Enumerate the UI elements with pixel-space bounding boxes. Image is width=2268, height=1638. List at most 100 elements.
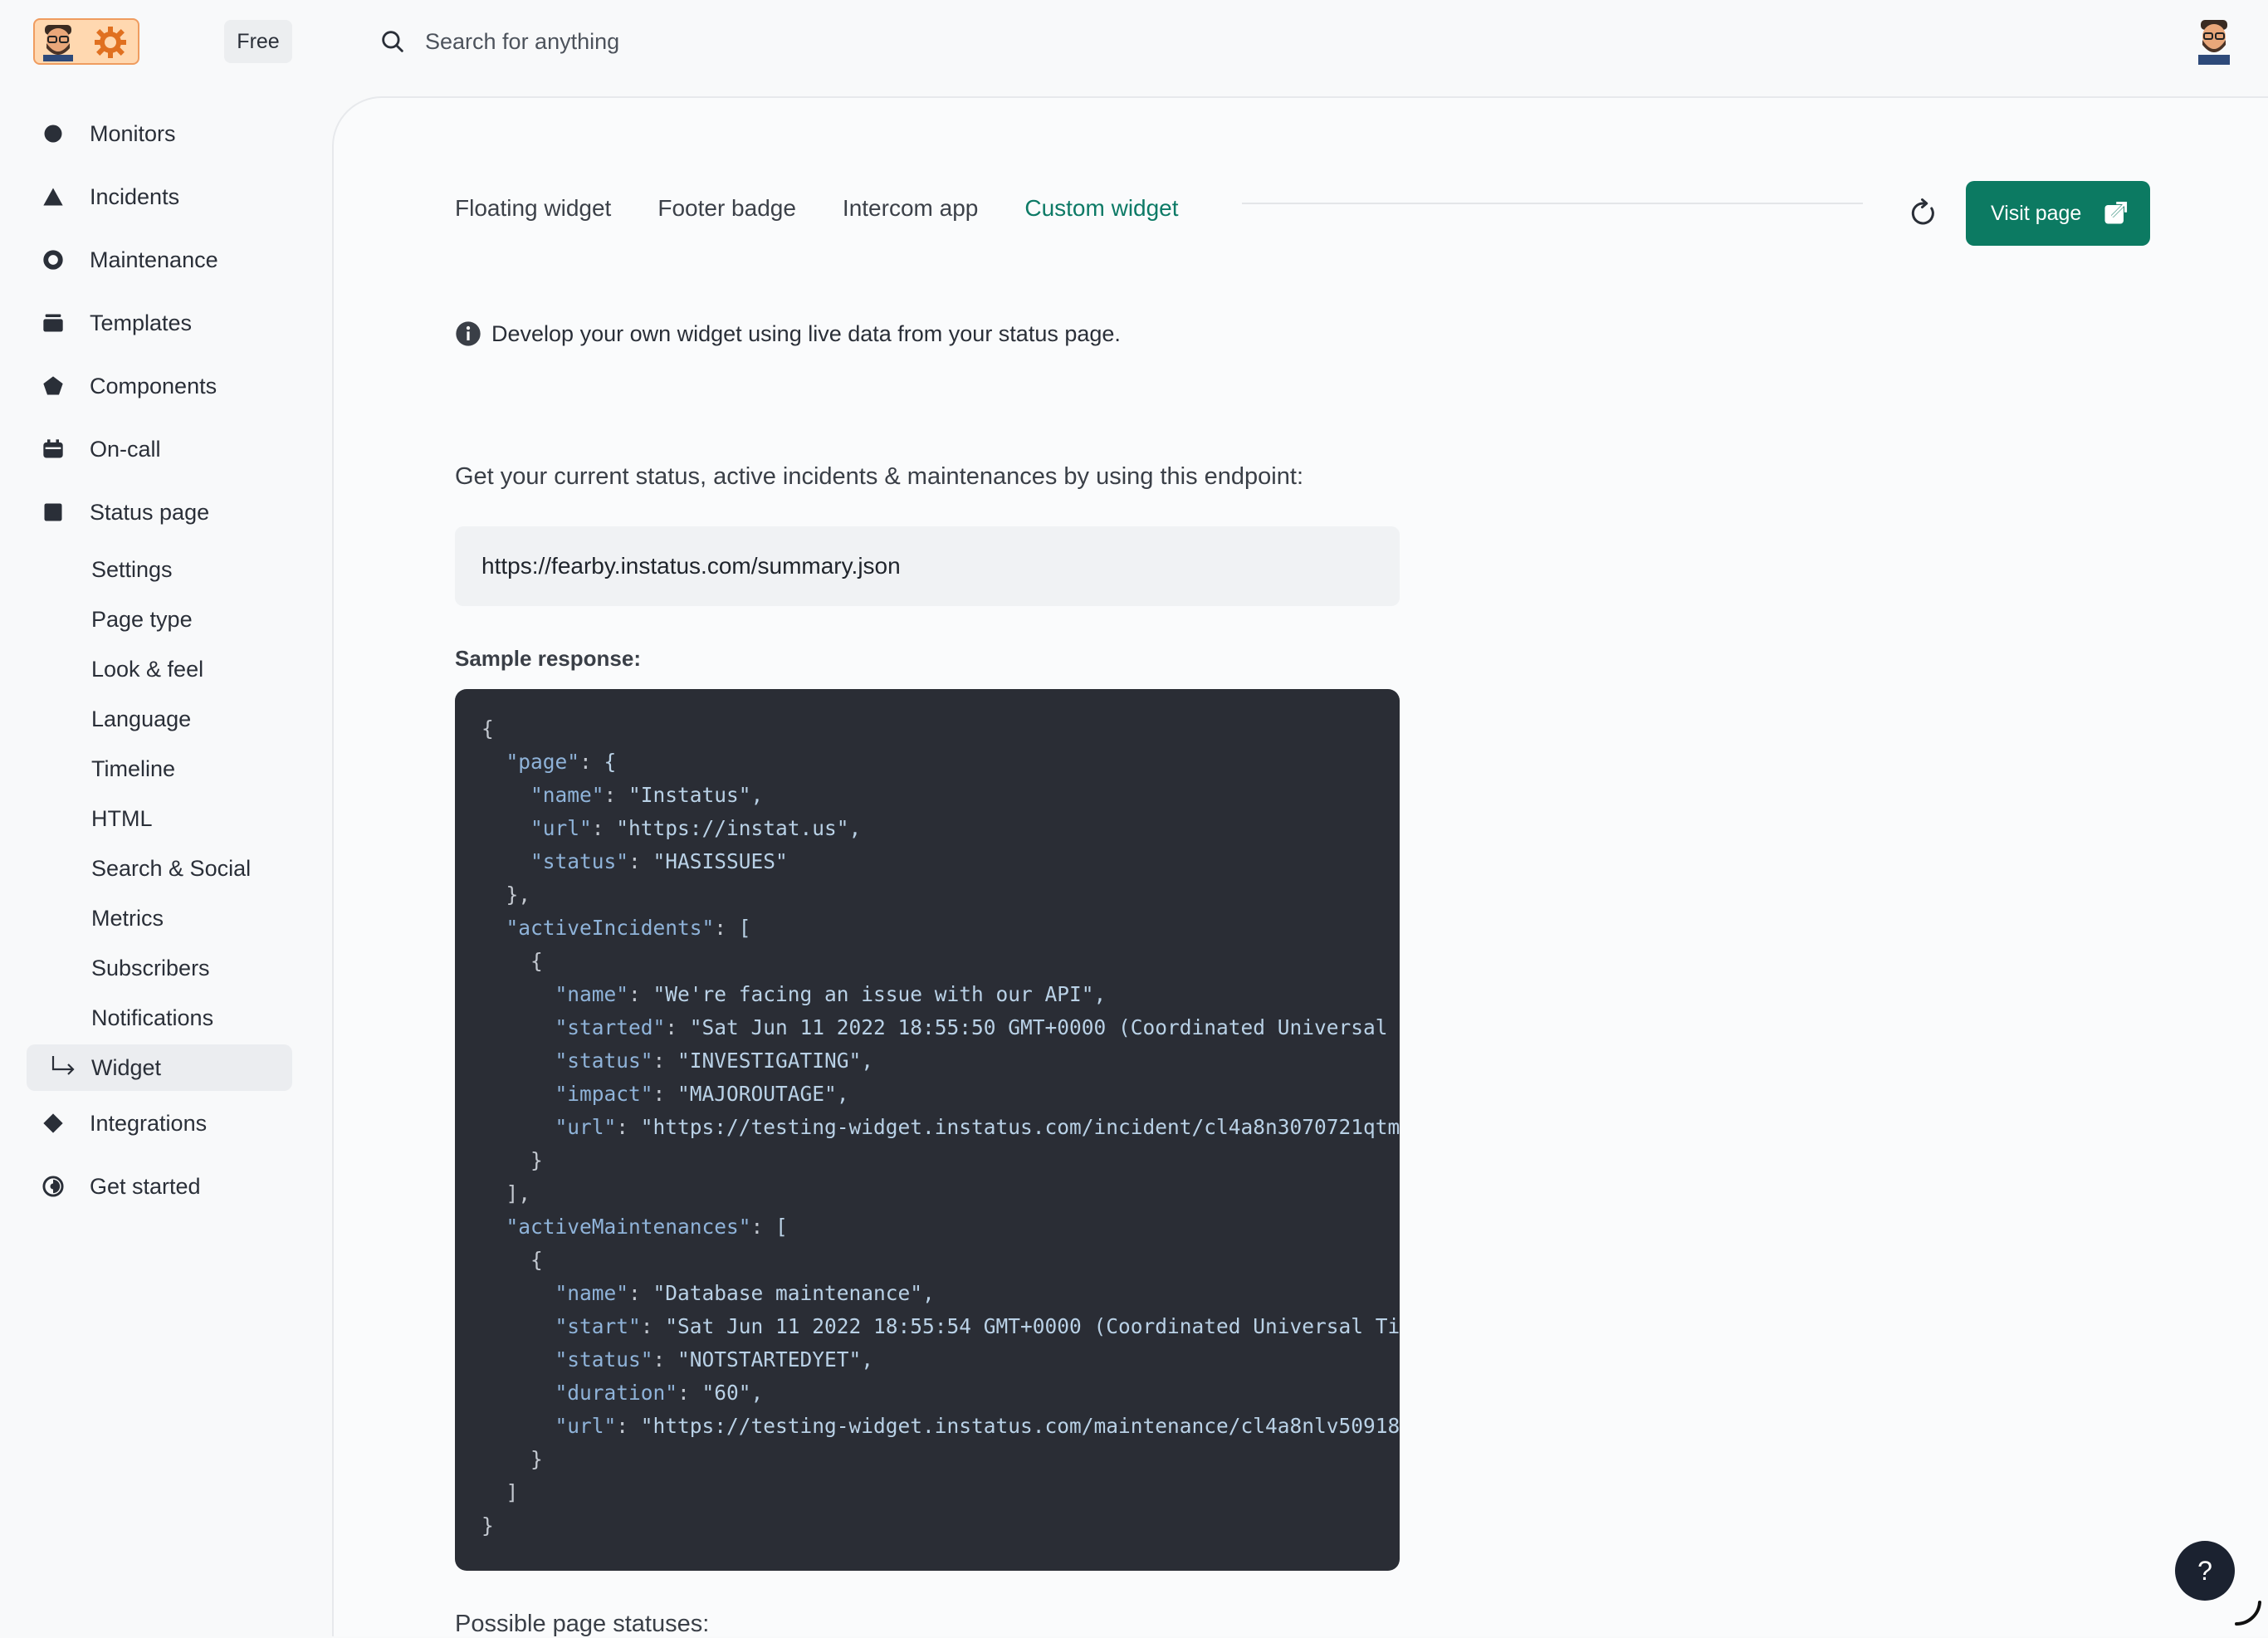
app-logo[interactable] bbox=[33, 18, 139, 65]
sidebar-subitem-label: Widget bbox=[91, 1054, 162, 1080]
code-lines: { "page": { "name": "Instatus", "url": "… bbox=[481, 712, 1400, 1543]
sidebar-item-get-started[interactable]: Get started bbox=[27, 1162, 292, 1210]
code-line: "name": "Instatus", bbox=[530, 783, 764, 807]
search-input[interactable] bbox=[423, 27, 921, 56]
help-button[interactable]: ? bbox=[2175, 1541, 2235, 1601]
info-note: Develop your own widget using live data … bbox=[455, 320, 1121, 347]
bearded-face-logo-icon bbox=[43, 25, 73, 61]
plan-badge[interactable]: Free bbox=[224, 20, 292, 63]
info-text: Develop your own widget using live data … bbox=[491, 320, 1121, 346]
sidebar-item-incidents[interactable]: Incidents bbox=[27, 173, 292, 221]
sidebar-subitem-widget[interactable]: Widget bbox=[27, 1044, 292, 1091]
code-line: { bbox=[481, 949, 543, 973]
sidebar-item-label: On-call bbox=[90, 436, 161, 462]
sidebar-subitem-label: Subscribers bbox=[91, 955, 210, 980]
sidebar-subitem-label: Settings bbox=[91, 556, 173, 582]
sample-response-code[interactable]: { "page": { "name": "Instatus", "url": "… bbox=[455, 689, 1400, 1571]
sidebar-item-label: Templates bbox=[90, 310, 193, 335]
code-line: "url": "https://testing-widget.instatus.… bbox=[555, 1414, 1400, 1438]
code-line: "name": "We're facing an issue with our … bbox=[555, 982, 1107, 1006]
sidebar-subitem-label: Search & Social bbox=[91, 855, 252, 881]
visit-page-button[interactable]: Visit page bbox=[1966, 181, 2150, 246]
code-line: "url": "https://instat.us", bbox=[530, 816, 862, 840]
main-panel: Floating widget Footer badge Intercom ap… bbox=[332, 96, 2268, 1637]
sidebar-subitem-look-and-feel[interactable]: Look & feel bbox=[27, 646, 292, 692]
code-line: "status": "INVESTIGATING", bbox=[555, 1049, 874, 1073]
user-avatar[interactable] bbox=[2190, 17, 2238, 65]
sidebar-item-label: Incidents bbox=[90, 183, 180, 209]
code-line: ], bbox=[481, 1181, 531, 1205]
tab-custom-widget[interactable]: Custom widget bbox=[1024, 188, 1178, 229]
sidebar-item-label: Status page bbox=[90, 499, 210, 525]
sidebar-subitem-label: Timeline bbox=[91, 755, 176, 781]
sidebar-subitem-label: Page type bbox=[91, 606, 193, 632]
tab-divider bbox=[1242, 203, 1863, 204]
ring-icon bbox=[43, 250, 63, 270]
diamond-icon bbox=[43, 1113, 63, 1133]
endpoint-url-field[interactable]: https://fearby.instatus.com/summary.json bbox=[455, 526, 1400, 606]
return-arrow-icon bbox=[51, 1056, 75, 1075]
code-line: { bbox=[481, 716, 494, 741]
sidebar-item-monitors[interactable]: Monitors bbox=[27, 110, 292, 158]
code-line: { bbox=[481, 1248, 543, 1272]
sidebar-item-status-page[interactable]: Status page bbox=[27, 488, 292, 536]
calendar-icon bbox=[43, 439, 63, 458]
sidebar-subitem-timeline[interactable]: Timeline bbox=[27, 746, 292, 792]
code-line: "status": "HASISSUES" bbox=[530, 849, 788, 873]
sidebar-subitem-html[interactable]: HTML bbox=[27, 795, 292, 842]
pentagon-icon bbox=[43, 376, 63, 395]
sidebar-subitem-search-social[interactable]: Search & Social bbox=[27, 845, 292, 892]
code-line: } bbox=[481, 1513, 494, 1538]
code-line: "activeIncidents": [ bbox=[506, 916, 751, 940]
visit-page-label: Visit page bbox=[1991, 201, 2082, 225]
square-icon bbox=[44, 503, 62, 521]
sidebar-item-on-call[interactable]: On-call bbox=[27, 425, 292, 473]
search-icon bbox=[382, 31, 403, 52]
tab-floating-widget[interactable]: Floating widget bbox=[455, 188, 611, 229]
sidebar-item-label: Get started bbox=[90, 1173, 201, 1199]
refresh-icon bbox=[1911, 198, 1934, 225]
code-line: }, bbox=[481, 883, 531, 907]
code-line: "duration": "60", bbox=[555, 1381, 764, 1405]
refresh-button[interactable] bbox=[1903, 193, 1944, 234]
sidebar-subitem-metrics[interactable]: Metrics bbox=[27, 895, 292, 941]
widget-tabs: Floating widget Footer badge Intercom ap… bbox=[455, 188, 1225, 229]
sidebar-item-label: Maintenance bbox=[90, 247, 218, 272]
info-icon bbox=[456, 321, 481, 346]
stack-icon bbox=[43, 314, 63, 332]
triangle-icon bbox=[43, 188, 63, 206]
sidebar-item-label: Integrations bbox=[90, 1110, 208, 1136]
sidebar-subitem-subscribers[interactable]: Subscribers bbox=[27, 945, 292, 991]
code-line: "impact": "MAJOROUTAGE", bbox=[555, 1082, 849, 1106]
code-line: "activeMaintenances": [ bbox=[506, 1215, 788, 1239]
code-line: "status": "NOTSTARTEDYET", bbox=[555, 1347, 874, 1372]
page-statuses-label: Possible page statuses: bbox=[455, 1611, 710, 1637]
sidebar-subitem-label: HTML bbox=[91, 805, 153, 831]
search-bar[interactable] bbox=[379, 23, 960, 60]
sidebar-item-components[interactable]: Components bbox=[27, 362, 292, 410]
sidebar-subitem-label: Notifications bbox=[91, 1005, 214, 1030]
code-line: "name": "Database maintenance", bbox=[555, 1281, 935, 1305]
circle-icon bbox=[44, 125, 62, 143]
sidebar-subitem-page-type[interactable]: Page type bbox=[27, 596, 292, 643]
sidebar-subitem-label: Look & feel bbox=[91, 656, 204, 682]
sidebar-item-templates[interactable]: Templates bbox=[27, 299, 292, 347]
sidebar-subitem-notifications[interactable]: Notifications bbox=[27, 995, 292, 1041]
sidebar-subitem-label: Metrics bbox=[91, 905, 164, 931]
endpoint-intro: Get your current status, active incident… bbox=[455, 463, 1303, 490]
gear-icon bbox=[95, 27, 126, 58]
sidebar-subitem-language[interactable]: Language bbox=[27, 696, 292, 742]
compass-icon bbox=[42, 1176, 64, 1197]
code-line: "started": "Sat Jun 11 2022 18:55:50 GMT… bbox=[555, 1015, 1400, 1039]
code-line: "url": "https://testing-widget.instatus.… bbox=[555, 1115, 1400, 1139]
code-line: } bbox=[481, 1148, 543, 1172]
external-link-icon bbox=[2104, 201, 2128, 224]
code-line: "page": { bbox=[506, 750, 617, 774]
sidebar-item-maintenance[interactable]: Maintenance bbox=[27, 236, 292, 284]
sidebar-subitem-settings[interactable]: Settings bbox=[27, 546, 292, 593]
sidebar-item-label: Components bbox=[90, 373, 218, 398]
loading-spinner-icon bbox=[2235, 1601, 2261, 1626]
tab-intercom-app[interactable]: Intercom app bbox=[843, 188, 978, 229]
sidebar-item-integrations[interactable]: Integrations bbox=[27, 1099, 292, 1147]
tab-footer-badge[interactable]: Footer badge bbox=[657, 188, 796, 229]
